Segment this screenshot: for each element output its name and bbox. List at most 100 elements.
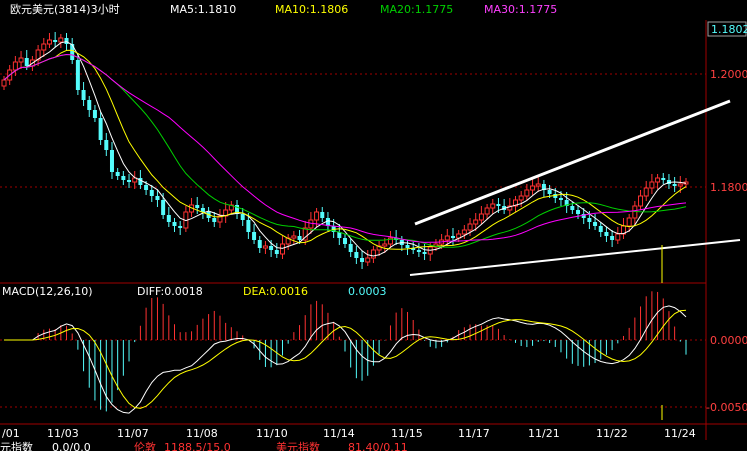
macd-value: 0.0003	[348, 285, 387, 298]
ma20-readout: MA20:1.1775	[380, 3, 453, 16]
ticker-left-label: 元指数	[0, 441, 33, 451]
macd-diff: DIFF:0.0018	[137, 285, 203, 298]
candle-body	[598, 226, 603, 232]
candle-body	[655, 177, 661, 183]
chart-canvas[interactable]: 欧元美元(3814)3小时 MA5:1.1810 MA10:1.1806 MA2…	[0, 0, 747, 451]
symbol-label: 欧元美元(3814)3小时	[10, 3, 120, 16]
date-label: 11/21	[528, 427, 560, 440]
candle-body	[587, 218, 592, 222]
candle-body	[473, 219, 479, 225]
candle-body	[649, 181, 655, 189]
candle-body	[360, 258, 365, 262]
candle-body	[496, 204, 501, 206]
candle-body	[320, 212, 325, 218]
candle-body	[41, 43, 47, 51]
candle-body	[343, 238, 347, 244]
candle-body	[626, 217, 632, 227]
current-price-label: 1.1802	[711, 23, 747, 36]
candle-body	[81, 90, 86, 100]
ticker-left-value: 0.0/0.0	[52, 441, 91, 451]
date-label: 11/17	[458, 427, 490, 440]
date-axis: /01 11/03 11/07 11/08 11/10 11/14 11/15 11/17 11…	[2, 427, 696, 440]
candle-body	[354, 252, 359, 258]
date-label: 11/14	[323, 427, 355, 440]
candle-body	[661, 178, 666, 180]
candle-body	[677, 183, 683, 187]
candle-body	[240, 214, 245, 220]
candle-body	[478, 213, 484, 221]
date-label: 11/22	[596, 427, 628, 440]
macd-panel-header: MACD(12,26,10) DIFF:0.0018 DEA:0.0016 0.…	[2, 285, 387, 298]
date-label: 11/24	[664, 427, 696, 440]
candle-body	[269, 246, 274, 250]
candle-body	[172, 222, 177, 226]
candle-body	[405, 245, 410, 248]
candle-body	[46, 39, 52, 45]
ticker-right-label: 美元指数	[276, 441, 320, 451]
macd-title: MACD(12,26,10)	[2, 285, 93, 298]
candle-body	[484, 207, 490, 215]
candle-body	[382, 243, 388, 247]
date-label: /01	[2, 427, 20, 440]
candle-body	[279, 243, 285, 255]
candle-body	[12, 61, 18, 71]
candle-body	[18, 57, 24, 63]
ticker-middle-value: 1188.5/15.0	[164, 441, 231, 451]
candle-body	[604, 232, 609, 236]
candle-body	[422, 252, 427, 254]
candle-body	[518, 195, 524, 201]
candle-body	[178, 226, 183, 228]
candle-body	[1, 79, 7, 87]
candle-body	[416, 250, 421, 252]
price-tick-1-1800: 1.1800	[710, 181, 747, 194]
price-tick-1-2000: 1.2000	[710, 68, 747, 81]
date-label: 11/07	[117, 427, 149, 440]
candle-body	[467, 223, 473, 231]
macd-dea: DEA:0.0016	[243, 285, 308, 298]
candle-body	[274, 250, 279, 254]
candle-body	[87, 100, 92, 110]
ma5-readout: MA5:1.1810	[170, 3, 236, 16]
date-label: 11/03	[47, 427, 79, 440]
candle-body	[195, 205, 200, 208]
candle-body	[370, 249, 376, 259]
candle-body	[75, 60, 80, 90]
candle-body	[365, 257, 371, 263]
candle-body	[530, 185, 536, 191]
status-ticker-bar: 元指数 0.0/0.0 伦敦 1188.5/15.0 美元指数 81.40/0.…	[0, 440, 747, 451]
candle-body	[461, 229, 467, 235]
macd-tick-zero: 0.0000	[710, 334, 747, 347]
trendline-lower	[409, 239, 741, 276]
candle-body	[672, 184, 677, 186]
price-panel-header: 欧元美元(3814)3小时 MA5:1.1810 MA10:1.1806 MA2…	[10, 3, 557, 16]
candle-body	[348, 244, 353, 252]
candle-body	[64, 38, 69, 44]
candle-body	[121, 176, 126, 180]
macd-tick-neg: -0.0050	[706, 401, 747, 414]
candle-body	[638, 195, 644, 207]
candle-body	[593, 222, 598, 226]
candle-body	[252, 232, 257, 240]
candle-body	[535, 183, 541, 187]
candle-body	[570, 206, 575, 210]
candle-body	[115, 172, 120, 176]
candle-body	[109, 150, 114, 172]
candle-body	[127, 180, 132, 182]
date-label: 11/08	[186, 427, 218, 440]
ma10-readout: MA10:1.1806	[275, 3, 348, 16]
candle-body	[24, 58, 29, 66]
candle-body	[450, 236, 455, 238]
date-label: 11/10	[256, 427, 288, 440]
candle-body	[314, 211, 320, 221]
candle-body	[144, 185, 149, 190]
candle-body	[58, 37, 64, 43]
candle-body	[92, 110, 97, 118]
candle-body	[291, 235, 297, 239]
candle-body	[576, 210, 581, 214]
candle-body	[547, 190, 552, 194]
ticker-middle-label: 伦敦	[134, 441, 156, 451]
ma30-readout: MA30:1.1775	[484, 3, 557, 16]
candle-body	[161, 200, 166, 215]
ticker-right-value: 81.40/0.11	[348, 441, 408, 451]
candle-body	[53, 40, 58, 42]
